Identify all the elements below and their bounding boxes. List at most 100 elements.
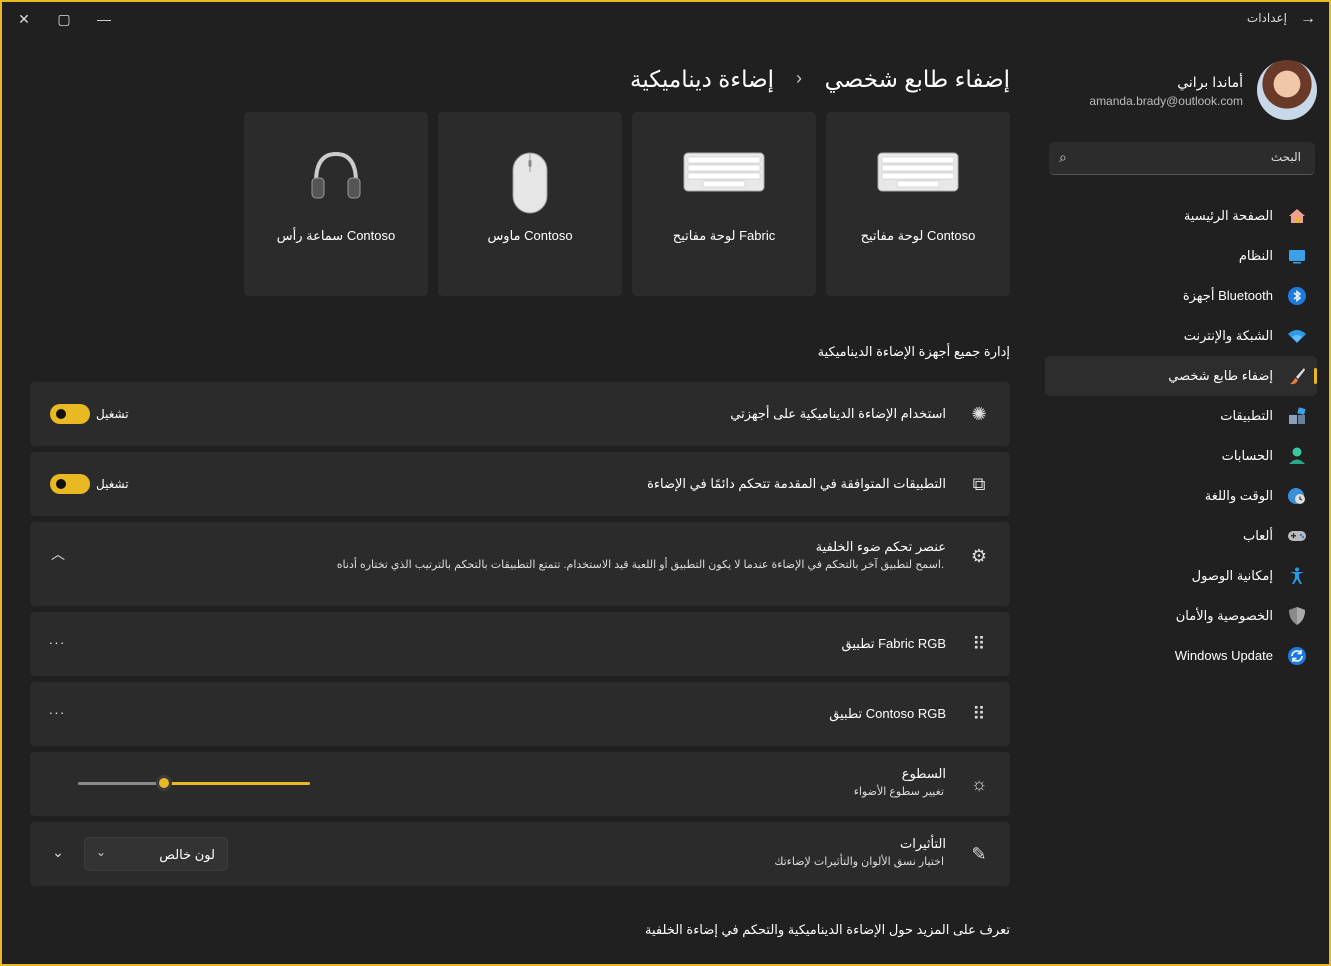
search-icon[interactable]: ⌕	[1059, 149, 1075, 165]
sidebar-item-label: الشبكة والإنترنت	[1183, 328, 1273, 343]
dropdown-value: لون خالص	[159, 847, 215, 862]
sidebar-item-label: Windows Update	[1174, 648, 1273, 663]
sidebar-item-label: الخصوصية والأمان	[1175, 608, 1273, 623]
device-label: لوحة مفاتيح Fabric	[672, 228, 776, 243]
app-item-fabric-rgb[interactable]: ⠿ تطبيق Fabric RGB ···	[30, 612, 1010, 676]
sidebar-item-accessibility[interactable]: إمكانية الوصول	[1045, 556, 1317, 596]
sidebar-item-label: أجهزة Bluetooth	[1182, 288, 1273, 303]
sidebar-item-windows-update[interactable]: Windows Update	[1045, 636, 1317, 676]
close-icon[interactable]: ✕	[12, 8, 36, 30]
sidebar-item-gaming[interactable]: ألعاب	[1045, 516, 1317, 556]
brightness-slider-fill	[163, 782, 310, 785]
home-icon	[1289, 209, 1305, 223]
sidebar-item-apps[interactable]: التطبيقات	[1045, 396, 1317, 436]
sidebar-nav: الصفحة الرئيسية النظام أجهزة Bluetooth ا…	[1045, 196, 1317, 676]
system-icon	[1289, 250, 1305, 264]
sidebar: أماندا براني amanda.brady@outlook.com ال…	[1039, 42, 1329, 964]
setting-description: تغيير سطوع الأضواء	[853, 786, 944, 798]
app-title: إعدادات	[1246, 11, 1287, 25]
user-profile[interactable]: أماندا براني amanda.brady@outlook.com	[1047, 60, 1317, 122]
title-bar: ✕ ▢ — → إعدادات	[2, 2, 1329, 36]
app-title: تطبيق Contoso RGB	[829, 706, 946, 721]
sidebar-item-label: النظام	[1238, 248, 1273, 263]
app-item-contoso-rgb[interactable]: ⠿ تطبيق Contoso RGB ···	[30, 682, 1010, 746]
shield-icon	[1289, 607, 1305, 625]
chevron-right-icon: ›	[796, 68, 802, 88]
bluetooth-icon	[1288, 287, 1306, 305]
keyboard-icon	[683, 152, 765, 192]
setting-use-dynamic-lighting: ✺ استخدام الإضاءة الديناميكية على أجهزتي…	[30, 382, 1010, 446]
setting-title: التأثيرات	[899, 836, 946, 851]
gear-icon: ⚙	[970, 546, 988, 566]
sidebar-item-label: ألعاب	[1242, 528, 1273, 543]
drag-handle-icon[interactable]: ⠿	[968, 633, 990, 655]
drag-handle-icon[interactable]: ⠿	[968, 703, 990, 725]
toggle-knob	[56, 479, 66, 489]
clock-globe-icon	[1288, 488, 1305, 504]
setting-description: اختيار نسق الألوان والتأثيرات لإضاءتك	[774, 856, 944, 868]
maximize-icon[interactable]: ▢	[52, 8, 76, 30]
sidebar-item-privacy[interactable]: الخصوصية والأمان	[1045, 596, 1317, 636]
learn-more-link[interactable]: تعرف على المزيد حول الإضاءة الديناميكية …	[645, 922, 1010, 938]
device-card-contoso-mouse[interactable]: ماوس Contoso	[438, 112, 622, 296]
sidebar-item-label: إمكانية الوصول	[1191, 568, 1273, 583]
more-options-icon[interactable]: ···	[46, 702, 68, 722]
breadcrumb-parent[interactable]: إضفاء طابع شخصي	[825, 66, 1010, 93]
minimize-icon[interactable]: —	[92, 8, 116, 30]
device-card-fabric-keyboard[interactable]: لوحة مفاتيح Fabric	[632, 112, 816, 296]
setting-description: اسمح لتطبيق آخر بالتحكم في الإضاءة عندما…	[336, 559, 944, 571]
toggle-switch[interactable]	[50, 404, 90, 424]
more-options-icon[interactable]: ···	[46, 632, 68, 652]
headphones-icon	[311, 152, 361, 199]
setting-background-light-control[interactable]: ⚙ عنصر تحكم ضوء الخلفية اسمح لتطبيق آخر …	[30, 522, 1010, 606]
sidebar-item-label: الوقت واللغة	[1204, 488, 1273, 503]
chevron-down-icon: ⌄	[95, 845, 107, 859]
chevron-up-icon[interactable]: ︿	[48, 544, 68, 564]
sidebar-item-label: إضفاء طابع شخصي	[1168, 368, 1273, 383]
brightness-slider-thumb[interactable]	[155, 775, 172, 791]
mouse-icon	[512, 152, 548, 214]
sidebar-item-label: التطبيقات	[1220, 408, 1273, 423]
sidebar-item-personalization[interactable]: إضفاء طابع شخصي	[1045, 356, 1317, 396]
setting-effects[interactable]: ✎ التأثيرات اختيار نسق الألوان والتأثيرا…	[30, 822, 1010, 886]
device-label: سماعة رأس Contoso	[276, 228, 396, 243]
setting-title: عنصر تحكم ضوء الخلفية	[815, 539, 946, 554]
account-icon	[1289, 447, 1305, 464]
profile-name: أماندا براني	[1177, 74, 1243, 90]
apps-icon	[1289, 407, 1306, 424]
setting-compatible-apps: ⧉ التطبيقات المتوافقة في المقدمة تتحكم د…	[30, 452, 1010, 516]
sidebar-item-network[interactable]: الشبكة والإنترنت	[1045, 316, 1317, 356]
sidebar-item-system[interactable]: النظام	[1045, 236, 1317, 276]
sidebar-item-label: الصفحة الرئيسية	[1183, 208, 1273, 223]
avatar[interactable]	[1257, 60, 1317, 120]
setting-title: السطوع	[901, 766, 946, 781]
toggle-label: تشغيل	[96, 407, 129, 421]
sidebar-item-bluetooth[interactable]: أجهزة Bluetooth	[1045, 276, 1317, 316]
toggle-switch[interactable]	[50, 474, 90, 494]
wifi-icon	[1288, 330, 1306, 343]
setting-title: التطبيقات المتوافقة في المقدمة تتحكم دائ…	[647, 476, 946, 491]
accessibility-icon	[1290, 567, 1304, 584]
use-dynamic-lighting-toggle[interactable]: تشغيل	[50, 404, 140, 426]
effects-dropdown[interactable]: لون خالص ⌄	[84, 837, 228, 871]
setting-title: استخدام الإضاءة الديناميكية على أجهزتي	[730, 406, 946, 421]
compatible-apps-toggle[interactable]: تشغيل	[50, 474, 140, 496]
search-placeholder: البحث	[1270, 150, 1301, 164]
sidebar-item-accounts[interactable]: الحسابات	[1045, 436, 1317, 476]
app-title: تطبيق Fabric RGB	[841, 636, 947, 651]
keyboard-icon	[877, 152, 959, 192]
device-label: ماوس Contoso	[487, 228, 573, 243]
search-input[interactable]: البحث ⌕	[1049, 142, 1315, 175]
active-indicator	[1314, 368, 1317, 384]
setting-brightness: ☼ السطوع تغيير سطوع الأضواء	[30, 752, 1010, 816]
device-card-contoso-keyboard[interactable]: لوحة مفاتيح Contoso	[826, 112, 1010, 296]
section-title: إدارة جميع أجهزة الإضاءة الديناميكية	[817, 344, 1010, 359]
device-card-contoso-headset[interactable]: سماعة رأس Contoso	[244, 112, 428, 296]
settings-window: ✕ ▢ — → إعدادات أماندا براني amanda.brad…	[0, 0, 1331, 966]
dynamic-lighting-icon: ✺	[971, 404, 987, 424]
gamepad-icon	[1288, 531, 1306, 541]
chevron-down-icon[interactable]: ⌄	[48, 842, 68, 862]
back-arrow-icon[interactable]: →	[1297, 8, 1319, 30]
sidebar-item-time-language[interactable]: الوقت واللغة	[1045, 476, 1317, 516]
sidebar-item-home[interactable]: الصفحة الرئيسية	[1045, 196, 1317, 236]
